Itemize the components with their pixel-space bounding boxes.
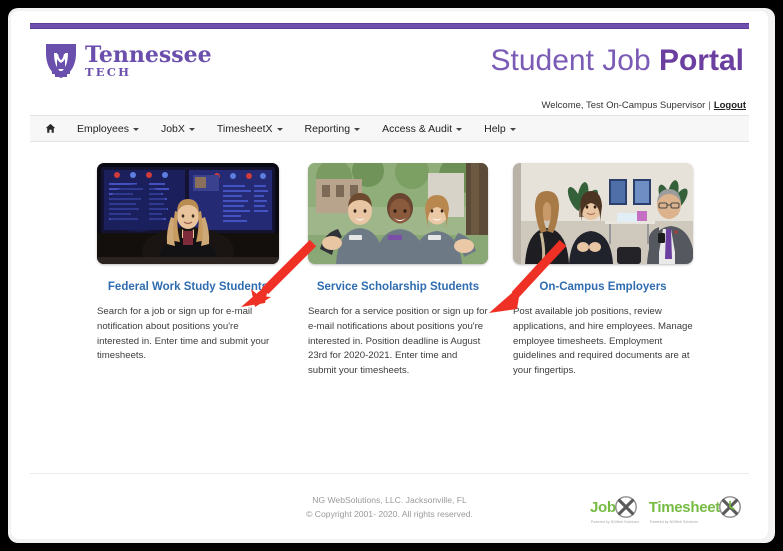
nav-item-timesheetx[interactable]: TimesheetX [206,123,294,135]
logout-link[interactable]: Logout [714,100,746,111]
chevron-down-icon [277,128,283,131]
page-title-light: Student Job [491,44,651,77]
account-bar-separator: | [708,100,710,111]
nav-item-home[interactable] [39,123,66,134]
nav-item-label: Employees [77,123,129,135]
card-image-on-campus-employers[interactable] [513,163,693,264]
browser-page: Tennessee TECH Student Job Portal Welcom… [11,11,768,539]
chevron-down-icon [354,128,360,131]
photo-office-conversation [513,163,693,264]
card-body-on-campus-employers: Post available job positions, review app… [513,305,695,379]
nav-item-help[interactable]: Help [473,123,527,135]
nav-item-label: Reporting [305,123,351,135]
nav-item-label: JobX [161,123,185,135]
logo-line-tennessee: Tennessee [85,44,212,66]
nav-item-access-audit[interactable]: Access & Audit [371,123,473,135]
nav-item-label: TimesheetX [217,123,273,135]
nav-item-label: Access & Audit [382,123,452,135]
chevron-down-icon [510,128,516,131]
main-navigation: Employees JobX TimesheetX Reporting Acce… [30,115,749,142]
x-clock-icon [718,495,742,519]
account-bar: Welcome, Test On-Campus Supervisor| Logou… [541,100,746,111]
chevron-down-icon [189,128,195,131]
nav-item-label: Help [484,123,506,135]
nav-item-jobx[interactable]: JobX [150,123,206,135]
card-image-service-scholarship[interactable] [308,163,488,264]
logo-line-tech: TECH [85,67,212,79]
card-federal-work-study[interactable]: Federal Work Study Students Search for a… [97,163,279,364]
card-title-service-scholarship[interactable]: Service Scholarship Students [308,281,488,295]
purple-top-rule [30,23,749,29]
card-service-scholarship[interactable]: Service Scholarship Students Search for … [308,163,488,379]
nav-item-employees[interactable]: Employees [66,123,150,135]
nav-item-reporting[interactable]: Reporting [294,123,372,135]
photo-three-students-outdoors [308,163,488,264]
welcome-text: Welcome, Test On-Campus Supervisor [541,100,705,111]
site-header: Tennessee TECH Student Job Portal [11,33,768,95]
card-image-federal-work-study[interactable] [97,163,279,264]
card-body-federal-work-study: Search for a job or sign up for e-mail n… [97,305,283,364]
x-circle-icon [614,495,638,519]
card-on-campus-employers[interactable]: On-Campus Employers Post available job p… [513,163,693,379]
home-icon [45,123,56,134]
timesheetx-logo[interactable]: Timesheet Powered by NGWeb Solutions [649,495,742,519]
tennessee-tech-logo[interactable]: Tennessee TECH [44,43,212,79]
card-title-federal-work-study[interactable]: Federal Work Study Students [97,281,279,295]
page-title: Student Job Portal [491,44,745,78]
footer-brand-logos: Job Powered by NGWeb Solutions Timesheet… [590,495,742,519]
card-body-service-scholarship: Search for a service position or sign up… [308,305,488,379]
tennessee-tech-eagle-icon [44,43,78,79]
timesheetx-wordmark: Timesheet [649,500,720,515]
chevron-down-icon [133,128,139,131]
jobx-wordmark: Job [590,500,616,515]
jobx-tagline: Powered by NGWeb Solutions [591,520,639,524]
screenshot-frame: Tennessee TECH Student Job Portal Welcom… [0,0,783,551]
card-title-on-campus-employers[interactable]: On-Campus Employers [513,281,693,295]
chevron-down-icon [456,128,462,131]
jobx-logo[interactable]: Job Powered by NGWeb Solutions [590,495,638,519]
photo-student-at-video-wall [97,163,279,264]
page-title-bold: Portal [659,44,744,77]
timesheetx-tagline: Powered by NGWeb Solutions [650,520,698,524]
footer-divider [30,473,749,474]
